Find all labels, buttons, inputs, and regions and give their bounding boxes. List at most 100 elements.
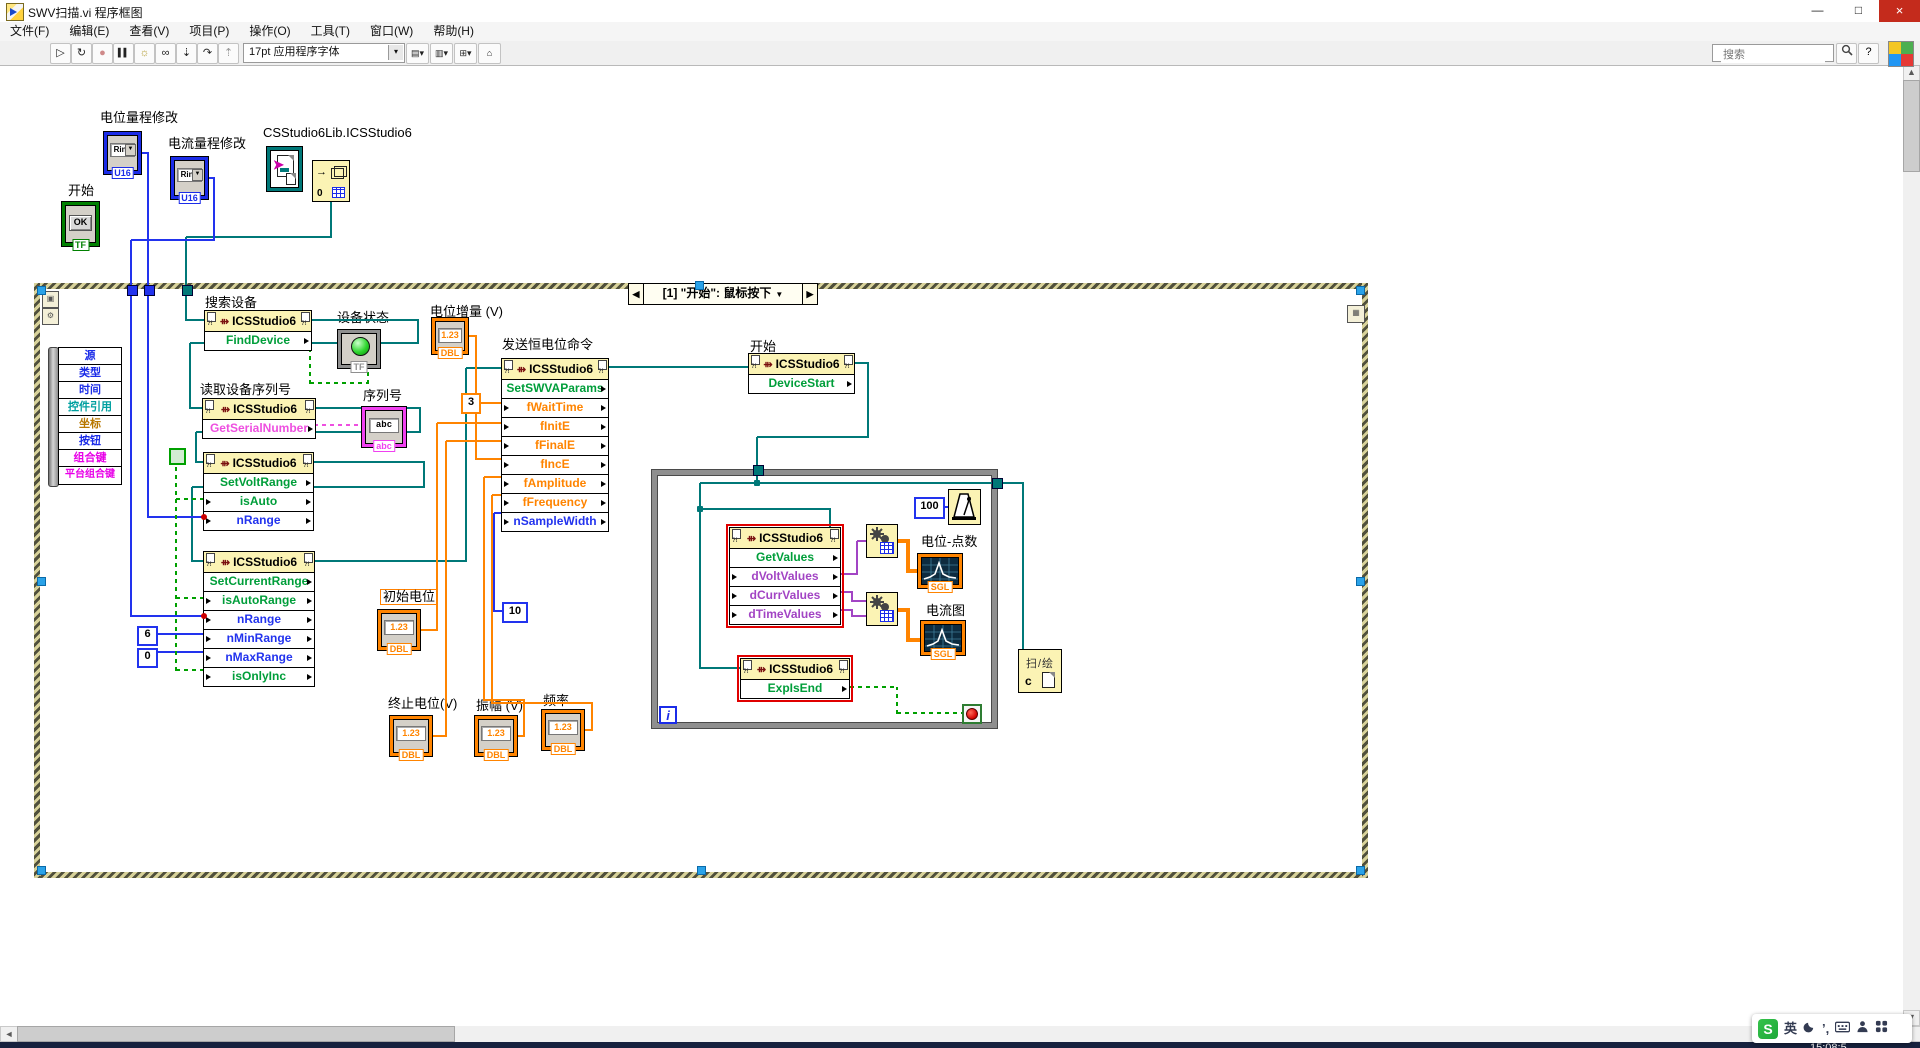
wire-segment[interactable] <box>189 343 191 409</box>
invoke-node-row-nMaxRange[interactable]: nMaxRange <box>204 648 314 667</box>
ok-button-glyph[interactable]: OK <box>69 215 92 231</box>
minimize-button[interactable]: — <box>1797 0 1838 22</box>
invoke-node-row-nRange[interactable]: nRange <box>204 511 313 530</box>
wire-segment[interactable] <box>829 509 831 529</box>
wire-segment[interactable] <box>484 476 502 478</box>
wire-segment[interactable] <box>131 615 204 617</box>
terminal-current-graph[interactable]: SGL <box>921 621 965 655</box>
wire-segment[interactable] <box>446 440 502 442</box>
constant-6[interactable]: 6 <box>137 626 158 646</box>
wait-ms-multiple-icon[interactable] <box>948 489 981 525</box>
wire-segment[interactable] <box>176 498 204 500</box>
punctuation-icon[interactable]: ’, <box>1822 1019 1829 1039</box>
chevron-down-icon[interactable]: ▾ <box>388 45 403 60</box>
invoke-node-row-dVoltValues[interactable]: dVoltValues <box>730 567 840 586</box>
sogou-logo-icon[interactable]: S <box>1758 1019 1778 1039</box>
menu-item-0[interactable]: 文件(F) <box>0 22 59 41</box>
invoke-node-header[interactable]: ?!⇻ICSStudio6?! <box>203 399 315 419</box>
invoke-set-volt-range[interactable]: ?!⇻ICSStudio6?!SetVoltRangeisAutonRange <box>203 452 314 531</box>
invoke-node-row-DeviceStart[interactable]: DeviceStart <box>749 374 854 393</box>
vertical-scrollbar[interactable]: ▲ ▼ <box>1903 65 1920 1026</box>
wire-segment[interactable] <box>700 482 758 484</box>
wire-segment[interactable] <box>867 363 869 438</box>
wire-segment[interactable] <box>852 615 867 617</box>
user-icon[interactable] <box>1856 1019 1869 1039</box>
wire-segment[interactable] <box>700 667 741 669</box>
wire-segment[interactable] <box>213 178 215 241</box>
grid-menu-icon[interactable] <box>1875 1019 1888 1039</box>
wire-segment[interactable] <box>591 703 593 731</box>
terminal-serial-string[interactable]: abcabc <box>362 407 406 447</box>
numeric-value[interactable]: 1.23 <box>438 328 462 343</box>
invoke-node-row-isOnlyInc[interactable]: isOnlyInc <box>204 667 314 686</box>
wire-segment[interactable] <box>850 686 898 688</box>
invoke-node-header[interactable]: ?!⇻ICSStudio6?! <box>749 354 854 374</box>
search-input[interactable] <box>1721 47 1825 63</box>
label-frequency[interactable]: 频率 <box>543 694 569 708</box>
wire-segment[interactable] <box>437 422 502 424</box>
retain-wire-values-button[interactable]: ∞ <box>155 43 176 64</box>
wire-segment[interactable] <box>147 153 149 518</box>
class-open-function-icon[interactable]: →0 <box>312 160 350 202</box>
wire-segment[interactable] <box>312 461 425 463</box>
invoke-node-row-isAuto[interactable]: isAuto <box>204 492 313 511</box>
invoke-node-row-nMinRange[interactable]: nMinRange <box>204 629 314 648</box>
wire-segment[interactable] <box>423 462 425 488</box>
label-init-potential[interactable]: 初始电位 <box>380 589 438 605</box>
invoke-node-row-fFrequency[interactable]: fFrequency <box>502 493 608 512</box>
invoke-node-row-FindDevice[interactable]: FindDevice <box>205 331 311 350</box>
invoke-node-header[interactable]: ?!⇻ICSStudio6?! <box>204 453 313 473</box>
context-help-button[interactable]: ? <box>1858 43 1879 64</box>
invoke-node-header[interactable]: ?!⇻ICSStudio6?! <box>502 359 608 379</box>
wire-segment[interactable] <box>195 432 197 463</box>
constant-0[interactable]: 0 <box>137 648 158 668</box>
wire-segment[interactable] <box>476 458 502 460</box>
menu-item-6[interactable]: 窗口(W) <box>360 22 423 41</box>
chevron-down-icon[interactable]: ▼ <box>192 169 203 181</box>
wire-segment[interactable] <box>419 408 421 433</box>
terminal-init-potential-dbl[interactable]: DBL1.23 <box>378 610 420 650</box>
invoke-node-header[interactable]: ?!⇻ICSStudio6?! <box>730 528 840 548</box>
label-search-device[interactable]: 搜索设备 <box>205 296 257 310</box>
run-continuous-button[interactable]: ↻ <box>71 43 92 64</box>
distribute-objects-button[interactable]: ▥▾ <box>430 43 453 64</box>
wire-segment[interactable] <box>700 508 831 510</box>
constant-3[interactable]: 3 <box>461 393 481 414</box>
wire-segment[interactable] <box>852 600 867 602</box>
wire-segment[interactable] <box>491 495 493 704</box>
block-diagram-canvas[interactable]: ◀[1] "开始": 鼠标按下▼▶▣⚙▦源类型时间控件引用坐标按钮组合键平台组合… <box>0 0 1920 1048</box>
terminal-final-potential-dbl[interactable]: DBL1.23 <box>390 716 432 756</box>
menu-item-5[interactable]: 工具(T) <box>301 22 360 41</box>
terminal-potential-range-ring[interactable]: U16Ring▼ <box>104 132 141 174</box>
chevron-down-icon[interactable]: ▼ <box>775 290 783 299</box>
numeric-value[interactable]: 1.23 <box>396 726 426 741</box>
terminal-current-range-ring[interactable]: U16Ring▼ <box>171 157 208 199</box>
highlight-execution-button[interactable]: ☼ <box>134 43 155 64</box>
numeric-value[interactable]: 1.23 <box>384 620 414 635</box>
loop-iteration-terminal[interactable]: i <box>659 706 677 724</box>
invoke-node-row-GetValues[interactable]: GetValues <box>730 548 840 567</box>
label-increment[interactable]: 电位增量 (V) <box>430 305 503 319</box>
boolean-constant[interactable] <box>169 448 186 465</box>
scroll-up-icon[interactable]: ▲ <box>1903 65 1920 81</box>
label-class[interactable]: CSStudio6Lib.ICSStudio6 <box>263 126 412 140</box>
wire-segment[interactable] <box>130 240 132 617</box>
menu-item-4[interactable]: 操作(O) <box>239 22 300 41</box>
invoke-node-row-isAutoRange[interactable]: isAutoRange <box>204 591 314 610</box>
label-potential-range[interactable]: 电位量程修改 <box>100 111 178 125</box>
invoke-node-header[interactable]: ?!⇻ICSStudio6?! <box>205 311 311 331</box>
class-constant-icsstudio6[interactable]: ➤ <box>267 147 302 191</box>
invoke-node-row-dTimeValues[interactable]: dTimeValues <box>730 605 840 624</box>
constant-100[interactable]: 100 <box>914 497 945 519</box>
wire-segment[interactable] <box>176 597 204 599</box>
invoke-node-row-GetSerialNumber[interactable]: GetSerialNumber <box>203 419 315 438</box>
wire-segment[interactable] <box>1022 483 1024 650</box>
invoke-device-start[interactable]: ?!⇻ICSStudio6?!DeviceStart <box>748 353 855 394</box>
wire-segment[interactable] <box>436 423 438 631</box>
invoke-exp-is-end[interactable]: ?!⇻ICSStudio6?!ExpIsEnd <box>740 658 850 699</box>
wire-segment[interactable] <box>757 436 869 438</box>
wire-segment[interactable] <box>310 319 419 321</box>
invoke-node-row-fInitE[interactable]: fInitE <box>502 417 608 436</box>
wire-segment[interactable] <box>492 702 593 704</box>
menu-item-3[interactable]: 项目(P) <box>179 22 239 41</box>
